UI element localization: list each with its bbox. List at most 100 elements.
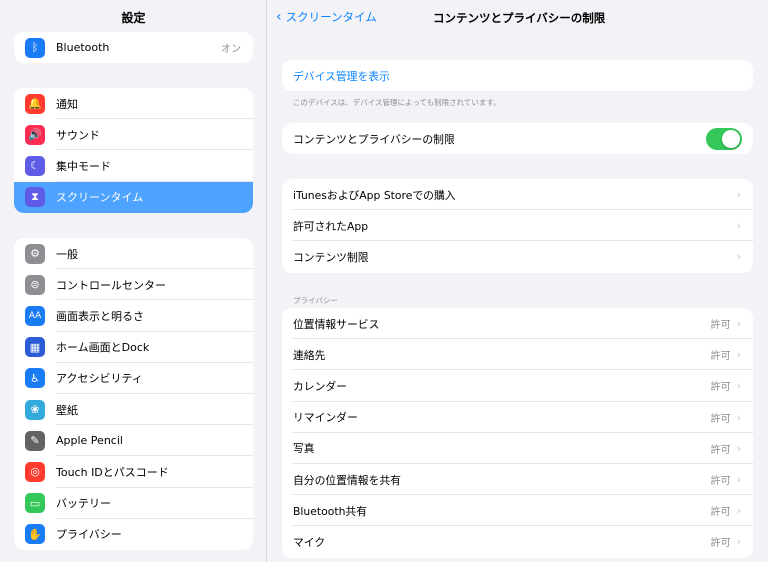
sidebar-item-label: 画面表示と明るさ (56, 309, 144, 323)
back-button[interactable]: ‹ スクリーンタイム (276, 9, 377, 25)
sidebar-item[interactable]: ❀ 壁紙 (14, 394, 253, 426)
chevron-left-icon: ‹ (276, 9, 282, 25)
list-item-label: カレンダー (293, 379, 347, 393)
sidebar-item-label: Apple Pencil (56, 434, 123, 448)
chevron-right-icon: › (736, 410, 741, 424)
privacy-card: 位置情報サービス 許可 › 連絡先 許可 › カレンダー 許可 › リマインダー 許可 › 写真 許可 › 自… (282, 308, 753, 558)
sidebar-item[interactable]: ⊜ コントロールセンター (14, 269, 253, 301)
sidebar-item-label: バッテリー (56, 497, 111, 511)
restrictions-row: コンテンツとプライバシーの制限 (282, 123, 753, 154)
sidebar-group-general: ⚙ 一般 ⊜ コントロールセンター AA 画面表示と明るさ ▦ ホーム画面とDock ♿ アクセシ… (14, 238, 253, 550)
sidebar-item-label: 壁紙 (56, 403, 78, 417)
home-screen-icon: ▦ (25, 337, 45, 358)
list-item-label: マイク (293, 535, 326, 549)
sidebar-title: 設定 (121, 11, 146, 25)
hourglass-icon: ⧗ (25, 187, 45, 208)
sidebar-item-label: ホーム画面とDock (56, 341, 150, 355)
device-management-footnote: このデバイスは、デバイス管理によっても制限されています。 (293, 98, 501, 107)
list-item-value: 許可 (710, 538, 731, 550)
list-item-value: 許可 (710, 351, 731, 363)
sidebar-item[interactable]: ☾ 集中モード (14, 150, 253, 182)
list-item-value: 許可 (710, 320, 731, 332)
list-item-label: リマインダー (293, 411, 358, 425)
chevron-right-icon: › (736, 535, 741, 549)
sidebar-item-label: アクセシビリティ (56, 372, 143, 386)
list-item-value: 許可 (710, 382, 731, 394)
display-brightness-icon: AA (25, 305, 45, 326)
restrictions-card: コンテンツとプライバシーの制限 (282, 123, 753, 155)
battery-icon: ▭ (25, 493, 45, 514)
list-item-label: 写真 (293, 442, 315, 456)
sidebar-item-label: Touch IDとパスコード (56, 465, 169, 479)
control-center-icon: ⊜ (25, 274, 45, 295)
sidebar-item[interactable]: ✋ プライバシー (14, 519, 253, 550)
list-item[interactable]: 位置情報サービス 許可 › (282, 308, 753, 340)
device-management-card: デバイス管理を表示 (282, 60, 753, 92)
sidebar-item-label: コントロールセンター (56, 278, 166, 292)
list-item-value: 許可 (710, 476, 731, 488)
sidebar-item[interactable]: ♿ アクセシビリティ (14, 363, 253, 395)
restrictions-label: コンテンツとプライバシーの制限 (293, 132, 455, 146)
list-item[interactable]: 許可されたApp › (282, 210, 753, 242)
device-management-link[interactable]: デバイス管理を表示 (282, 60, 753, 91)
privacy-section-header: プライバシー (293, 296, 338, 305)
sidebar-item-label: サウンド (56, 128, 100, 142)
list-item-label: 連絡先 (293, 348, 326, 362)
sidebar-item[interactable]: AA 画面表示と明るさ (14, 300, 253, 332)
gear-icon: ⚙ (25, 243, 45, 264)
list-item[interactable]: マイク 許可 › (282, 526, 753, 557)
wallpaper-icon: ❀ (25, 399, 45, 420)
toggle-knob (722, 129, 740, 148)
list-item-label: 自分の位置情報を共有 (293, 473, 401, 487)
notifications-icon: 🔔 (25, 93, 45, 114)
list-item[interactable]: リマインダー 許可 › (282, 402, 753, 433)
sidebar-item-label: スクリーンタイム (56, 191, 144, 205)
chevron-right-icon: › (736, 504, 741, 518)
sidebar-item[interactable]: ▭ バッテリー (14, 488, 253, 519)
list-item[interactable]: コンテンツ制限 › (282, 241, 753, 272)
sidebar-item[interactable]: ◎ Touch IDとパスコード (14, 456, 253, 488)
accessibility-icon: ♿ (25, 368, 45, 389)
sidebar-item[interactable]: 🔊 サウンド (14, 119, 253, 151)
chevron-right-icon: › (736, 348, 741, 362)
sidebar-item-label: 通知 (56, 97, 78, 111)
list-item-value: 許可 (710, 413, 731, 425)
sidebar-item-label: プライバシー (56, 528, 122, 542)
sidebar-item[interactable]: ⚙ 一般 (14, 238, 253, 270)
pencil-icon: ✎ (25, 430, 45, 451)
sidebar-group-connectivity: ᛒ Bluetooth オン (14, 32, 253, 64)
fingerprint-icon: ◎ (25, 461, 45, 482)
list-item-label: Bluetooth共有 (293, 504, 368, 518)
sidebar-item[interactable]: ✎ Apple Pencil (14, 425, 253, 457)
list-item-label: 位置情報サービス (293, 317, 380, 331)
sidebar-item[interactable]: ⧗ スクリーンタイム (14, 181, 253, 213)
sidebar-item[interactable]: ▦ ホーム画面とDock (14, 332, 253, 363)
list-item-value: 許可 (710, 444, 731, 456)
device-management-label: デバイス管理を表示 (293, 69, 390, 83)
detail-pane: ‹ スクリーンタイム コンテンツとプライバシーの制限 デバイス管理を表示 このデ… (268, 0, 768, 562)
list-item[interactable]: 連絡先 許可 › (282, 339, 753, 371)
chevron-right-icon: › (736, 473, 741, 487)
list-item[interactable]: 自分の位置情報を共有 許可 › (282, 464, 753, 496)
list-item[interactable]: カレンダー 許可 › (282, 370, 753, 402)
chevron-right-icon: › (736, 317, 741, 331)
list-item-label: コンテンツ制限 (293, 250, 369, 264)
list-item-value: 許可 (710, 507, 731, 519)
list-item[interactable]: iTunesおよびApp Storeでの購入 › (282, 179, 753, 211)
chevron-right-icon: › (736, 250, 741, 264)
chevron-right-icon: › (736, 379, 741, 393)
list-item[interactable]: Bluetooth共有 許可 › (282, 495, 753, 527)
list-item[interactable]: 写真 許可 › (282, 433, 753, 465)
sound-icon: 🔊 (25, 124, 45, 145)
sidebar-item-label: Bluetooth (56, 41, 110, 55)
restrictions-toggle[interactable] (706, 127, 742, 150)
sidebar-item[interactable]: 🔔 通知 (14, 88, 253, 120)
sidebar-item-label: 集中モード (56, 159, 111, 173)
sidebar-item[interactable]: ᛒ Bluetooth オン (14, 32, 253, 63)
chevron-right-icon: › (736, 219, 741, 233)
sidebar-item-value: オン (221, 44, 241, 56)
bluetooth-icon: ᛒ (25, 37, 45, 58)
chevron-right-icon: › (736, 441, 741, 455)
sidebar-group-notifications: 🔔 通知 🔊 サウンド ☾ 集中モード ⧗ スクリーンタイム (14, 88, 253, 213)
list-item-label: 許可されたApp (293, 219, 369, 233)
